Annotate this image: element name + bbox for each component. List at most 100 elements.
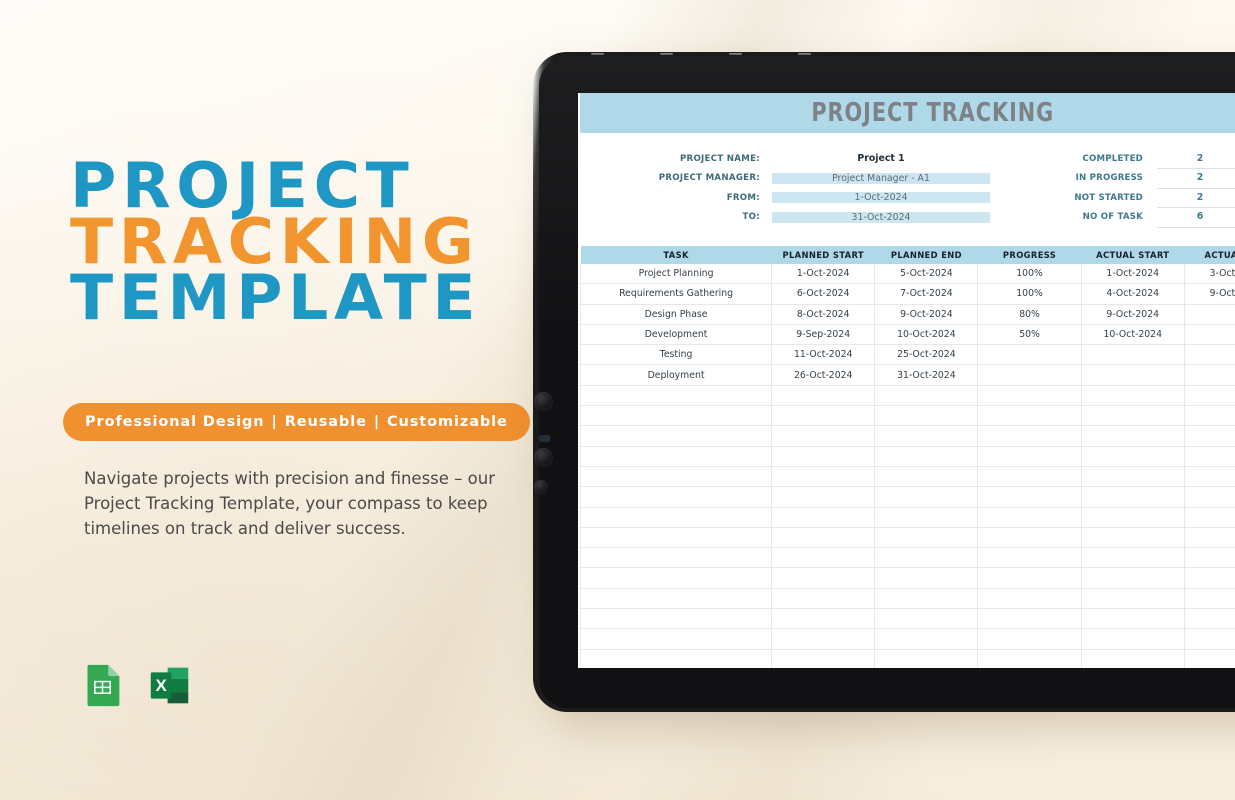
table-cell-empty[interactable] [771, 649, 876, 668]
table-cell-empty[interactable] [1183, 385, 1235, 407]
table-cell[interactable] [1183, 364, 1235, 386]
excel-icon[interactable]: X [147, 663, 192, 708]
table-row-empty[interactable] [579, 486, 1235, 508]
table-cell-empty[interactable] [977, 425, 1082, 447]
table-cell-empty[interactable] [1183, 649, 1235, 668]
table-cell-empty[interactable] [977, 405, 1082, 427]
table-cell[interactable]: Design Phase [579, 304, 773, 325]
table-cell-empty[interactable] [874, 486, 979, 508]
table-cell[interactable] [1080, 344, 1185, 366]
table-cell-empty[interactable] [579, 466, 773, 488]
table-cell[interactable]: 31-Oct-2024 [874, 364, 979, 386]
table-cell-empty[interactable] [1080, 405, 1185, 427]
table-cell-empty[interactable] [1183, 486, 1235, 508]
table-cell-empty[interactable] [1183, 446, 1235, 467]
table-cell-empty[interactable] [579, 567, 773, 589]
table-cell[interactable]: 5-Oct-2024 [874, 264, 979, 285]
table-cell-empty[interactable] [1080, 486, 1185, 508]
table-cell-empty[interactable] [1183, 588, 1235, 610]
project-manager-value[interactable]: Project Manager - A1 [772, 172, 990, 184]
table-row[interactable]: Deployment 26-Oct-2024 31-Oct-2024 [579, 364, 1235, 386]
table-row-empty[interactable] [579, 405, 1235, 427]
table-cell-empty[interactable] [1080, 547, 1185, 569]
table-cell-empty[interactable] [579, 527, 773, 549]
table-row-empty[interactable] [579, 385, 1235, 407]
table-cell[interactable] [1080, 364, 1185, 386]
table-cell-empty[interactable] [874, 405, 979, 427]
table-cell-empty[interactable] [771, 527, 876, 549]
table-cell-empty[interactable] [771, 385, 876, 407]
table-cell[interactable]: 4-Oct-2024 [1080, 283, 1185, 305]
table-cell-empty[interactable] [579, 446, 773, 467]
table-cell-empty[interactable] [1183, 567, 1235, 589]
table-cell-empty[interactable] [977, 588, 1082, 610]
table-row-empty[interactable] [579, 567, 1235, 589]
table-cell-empty[interactable] [579, 588, 773, 610]
table-cell-empty[interactable] [874, 425, 979, 447]
table-cell-empty[interactable] [977, 527, 1082, 549]
table-cell[interactable]: 9-Oct-2024 [1183, 283, 1235, 305]
table-cell-empty[interactable] [874, 649, 979, 668]
table-cell-empty[interactable] [771, 466, 876, 488]
table-cell[interactable]: 3-Oct-2024 [1183, 264, 1235, 285]
table-row[interactable]: Testing 11-Oct-2024 25-Oct-2024 [579, 344, 1235, 366]
table-row-empty[interactable] [579, 628, 1235, 650]
table-cell-empty[interactable] [874, 527, 979, 549]
power-button[interactable] [534, 480, 548, 494]
table-cell-empty[interactable] [977, 466, 1082, 488]
table-cell-empty[interactable] [771, 405, 876, 427]
table-row-empty[interactable] [579, 466, 1235, 488]
table-row-empty[interactable] [579, 649, 1235, 668]
table-cell-empty[interactable] [1080, 466, 1185, 488]
table-cell-empty[interactable] [1080, 446, 1185, 467]
table-row[interactable]: Design Phase 8-Oct-2024 9-Oct-2024 80% 9-Oct… [579, 304, 1235, 325]
table-cell-empty[interactable] [771, 507, 876, 528]
table-cell-empty[interactable] [771, 588, 876, 610]
table-cell-empty[interactable] [771, 567, 876, 589]
table-cell[interactable]: 80% [977, 304, 1082, 325]
table-row-empty[interactable] [579, 588, 1235, 610]
table-cell-empty[interactable] [579, 649, 773, 668]
table-cell[interactable] [977, 364, 1082, 386]
table-cell-empty[interactable] [1080, 425, 1185, 447]
table-cell-empty[interactable] [1080, 649, 1185, 668]
table-cell-empty[interactable] [977, 547, 1082, 569]
table-cell[interactable]: 9-Oct-2024 [874, 304, 979, 325]
table-cell[interactable]: 10-Oct-2024 [874, 324, 979, 346]
table-cell[interactable]: 50% [977, 324, 1082, 346]
table-cell-empty[interactable] [1080, 527, 1185, 549]
google-sheets-icon[interactable] [80, 663, 125, 708]
table-cell-empty[interactable] [771, 628, 876, 650]
table-cell-empty[interactable] [977, 567, 1082, 589]
table-cell-empty[interactable] [1183, 466, 1235, 488]
table-cell-empty[interactable] [1080, 628, 1185, 650]
table-cell-empty[interactable] [579, 425, 773, 447]
table-cell-empty[interactable] [771, 425, 876, 447]
table-cell-empty[interactable] [977, 649, 1082, 668]
project-from-value[interactable]: 1-Oct-2024 [772, 192, 990, 204]
table-row[interactable]: Development 9-Sep-2024 10-Oct-2024 50% 10-Oc… [579, 324, 1235, 346]
table-cell-empty[interactable] [1183, 547, 1235, 569]
table-cell-empty[interactable] [977, 608, 1082, 630]
table-cell[interactable]: 100% [977, 264, 1082, 285]
table-cell-empty[interactable] [579, 608, 773, 630]
table-cell[interactable]: Requirements Gathering [579, 283, 773, 305]
table-cell-empty[interactable] [771, 446, 876, 467]
table-cell[interactable] [1183, 344, 1235, 366]
table-cell-empty[interactable] [874, 547, 979, 569]
table-cell-empty[interactable] [1183, 527, 1235, 549]
table-row-empty[interactable] [579, 446, 1235, 467]
table-cell-empty[interactable] [874, 466, 979, 488]
table-cell[interactable]: 9-Sep-2024 [771, 324, 876, 346]
table-cell-empty[interactable] [1183, 628, 1235, 650]
table-cell-empty[interactable] [977, 628, 1082, 650]
table-cell-empty[interactable] [874, 446, 979, 467]
table-cell-empty[interactable] [874, 567, 979, 589]
table-cell-empty[interactable] [771, 547, 876, 569]
table-cell-empty[interactable] [579, 486, 773, 508]
table-cell-empty[interactable] [977, 486, 1082, 508]
table-cell[interactable]: 6-Oct-2024 [771, 283, 876, 305]
tablet-screen[interactable]: PROJECT TRACKING PROJECT NAME: Project 1… [578, 93, 1235, 668]
table-cell[interactable]: 8-Oct-2024 [771, 304, 876, 325]
table-cell-empty[interactable] [1080, 588, 1185, 610]
